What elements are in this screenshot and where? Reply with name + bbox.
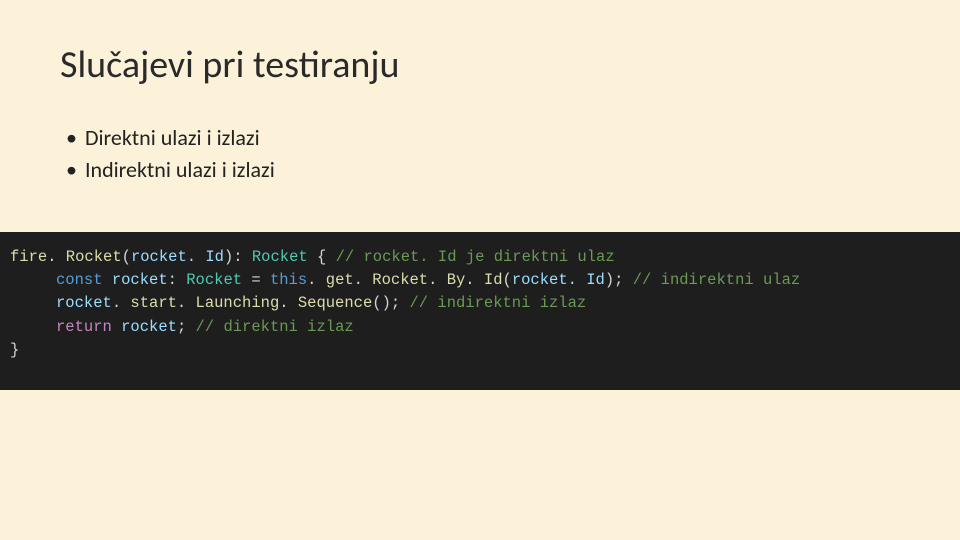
code-token-punct: : [168,271,187,289]
bullet-icon: • [66,154,77,186]
code-token-punct: ( [122,248,131,266]
code-token-keyword: return [56,318,121,336]
slide-title: Slučajevi pri testiranju [60,42,900,88]
code-token-var: rocket [56,294,112,312]
code-token-keyword: const [56,271,112,289]
code-token-punct: (); [372,294,409,312]
code-token-punct: { [308,248,336,266]
code-token-type: Rocket [252,248,308,266]
code-block: fire. Rocket(rocket. Id): Rocket { // ro… [0,232,960,390]
bullet-text: Indirektni ulazi i izlazi [85,154,275,186]
list-item: • Indirektni ulazi i izlazi [66,154,900,186]
code-token-punct: ( [503,271,512,289]
code-token-function: get. Rocket. By. Id [326,271,503,289]
code-token-punct: ; [177,318,196,336]
code-token-var: rocket [121,318,177,336]
code-line: fire. Rocket(rocket. Id): Rocket { // ro… [10,246,950,269]
code-token-punct: . [307,271,326,289]
code-token-arg: rocket. Id [131,248,224,266]
code-token-comment: // indirektni ulaz [633,271,800,289]
code-line: } [10,339,950,362]
code-token-function: fire. Rocket [10,248,122,266]
code-token-arg: rocket. Id [512,271,605,289]
code-token-this: this [270,271,307,289]
code-token-var: rocket [112,271,168,289]
code-line: rocket. start. Launching. Sequence(); //… [10,292,950,315]
code-token-punct: . [112,294,131,312]
code-token-brace: } [10,341,19,359]
bullet-text: Direktni ulazi i izlazi [85,122,260,154]
code-token-comment: // direktni izlaz [196,318,354,336]
bullet-list: • Direktni ulazi i izlazi • Indirektni u… [66,122,900,186]
code-token-type: Rocket [186,271,242,289]
code-token-punct: ): [224,248,252,266]
code-token-comment: // rocket. Id je direktni ulaz [336,248,615,266]
bullet-icon: • [66,122,77,154]
code-token-punct: ); [605,271,633,289]
list-item: • Direktni ulazi i izlazi [66,122,900,154]
code-line: const rocket: Rocket = this. get. Rocket… [10,269,950,292]
code-token-comment: // indirektni izlaz [409,294,586,312]
slide: Slučajevi pri testiranju • Direktni ulaz… [0,0,960,540]
code-token-punct: = [242,271,270,289]
code-token-function: start. Launching. Sequence [130,294,372,312]
code-line: return rocket; // direktni izlaz [10,316,950,339]
